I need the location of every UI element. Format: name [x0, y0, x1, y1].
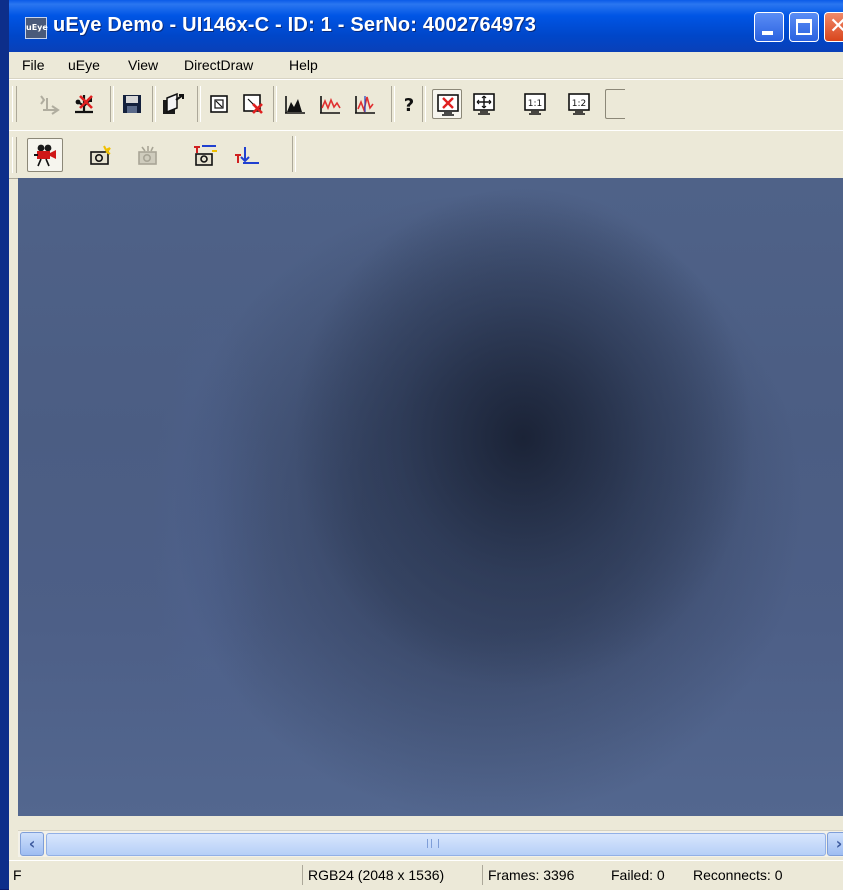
- main-toolbar: ? 1:1 1:2: [9, 79, 843, 131]
- svg-text:1:1: 1:1: [528, 99, 542, 109]
- status-reconnects: Reconnects: 0: [693, 867, 783, 883]
- scroll-thumb[interactable]: [46, 833, 826, 856]
- camera-network-icon: [40, 95, 60, 115]
- minimize-icon: [762, 31, 773, 35]
- live-video-icon: [34, 144, 56, 167]
- line-profile-button[interactable]: [315, 89, 345, 119]
- aoi-delete-icon: [243, 94, 263, 114]
- trigger-snapshot-button[interactable]: [189, 140, 219, 170]
- zoom-1-2-button[interactable]: 1:2: [564, 89, 594, 119]
- fit-window-button[interactable]: [432, 89, 462, 119]
- maximize-button[interactable]: [789, 12, 819, 42]
- minimize-button[interactable]: [754, 12, 784, 42]
- scroll-left-button[interactable]: ‹: [20, 832, 44, 856]
- status-failed: Failed: 0: [611, 867, 665, 883]
- trigger-button[interactable]: [230, 140, 260, 170]
- status-bar: F RGB24 (2048 x 1536) Frames: 3396 Faile…: [9, 860, 843, 890]
- center-view-icon: [473, 93, 495, 115]
- toolbar-grip[interactable]: [12, 86, 17, 122]
- zoom-1-1-button[interactable]: 1:1: [520, 89, 550, 119]
- scroll-right-button[interactable]: ›: [827, 832, 843, 856]
- close-button[interactable]: ✕: [824, 12, 843, 42]
- svg-text:1:2: 1:2: [572, 99, 586, 109]
- capture-toolbar: [9, 130, 843, 179]
- toolbar-separator: [152, 86, 156, 122]
- toolbar-separator: [292, 136, 296, 172]
- trigger-snapshot-icon: [194, 145, 217, 166]
- column-profile-icon: [355, 96, 375, 114]
- menu-help[interactable]: Help: [289, 57, 318, 73]
- histogram-icon: [285, 96, 305, 114]
- app-icon[interactable]: uEye: [25, 17, 48, 39]
- live-video-button[interactable]: [27, 138, 63, 172]
- center-view-button[interactable]: [469, 89, 499, 119]
- toolbar-separator: [197, 86, 201, 122]
- close-icon: ✕: [829, 14, 843, 39]
- menu-bar: File uEye View DirectDraw Help: [9, 52, 843, 79]
- window-title: uEye Demo - UI146x-C - ID: 1 - SerNo: 40…: [53, 14, 537, 36]
- horizontal-scrollbar[interactable]: ‹ ›: [18, 830, 843, 857]
- aoi-delete-button[interactable]: [238, 89, 268, 119]
- usb-disconnect-button[interactable]: [69, 89, 99, 119]
- menu-view[interactable]: View: [128, 57, 158, 73]
- save-button[interactable]: [117, 89, 147, 119]
- load-parameters-button[interactable]: [158, 89, 188, 119]
- toolbar-separator: [110, 86, 114, 122]
- help-button[interactable]: ?: [394, 89, 424, 119]
- usb-disconnect-icon: [75, 95, 93, 114]
- aoi-button[interactable]: [204, 89, 234, 119]
- more-toolbar-button[interactable]: [605, 89, 625, 119]
- column-profile-button[interactable]: [350, 89, 380, 119]
- menu-file[interactable]: File: [22, 57, 45, 73]
- zoom-1-1-icon: 1:1: [524, 93, 546, 115]
- camera-image-view[interactable]: [18, 178, 843, 816]
- snapshot-button[interactable]: [85, 140, 115, 170]
- status-format: RGB24 (2048 x 1536): [302, 865, 444, 885]
- menu-ueye[interactable]: uEye: [68, 57, 100, 73]
- svg-text:?: ?: [404, 95, 414, 116]
- fit-window-icon: [437, 94, 459, 116]
- toolbar-grip[interactable]: [12, 137, 17, 173]
- zoom-1-2-icon: 1:2: [568, 93, 590, 115]
- camera-network-button[interactable]: [35, 89, 65, 119]
- snapshot-icon: [90, 145, 111, 165]
- aoi-icon: [210, 95, 228, 113]
- scroll-thumb-grip: [427, 839, 439, 848]
- status-left-text: F: [13, 867, 22, 883]
- load-parameters-icon: [163, 92, 184, 114]
- save-floppy-icon: [123, 95, 141, 113]
- snapshot-disabled-button[interactable]: [133, 140, 163, 170]
- snapshot-disabled-icon: [138, 146, 157, 165]
- toolbar-separator: [273, 86, 277, 122]
- toolbar-separator: [422, 86, 426, 122]
- trigger-icon: [235, 147, 259, 164]
- histogram-button[interactable]: [280, 89, 310, 119]
- title-bar[interactable]: uEye uEye Demo - UI146x-C - ID: 1 - SerN…: [9, 0, 843, 52]
- maximize-icon: [796, 19, 812, 35]
- help-icon: ?: [404, 95, 414, 116]
- status-frames: Frames: 3396: [482, 865, 574, 885]
- menu-directdraw[interactable]: DirectDraw: [184, 57, 253, 73]
- line-profile-icon: [320, 96, 341, 114]
